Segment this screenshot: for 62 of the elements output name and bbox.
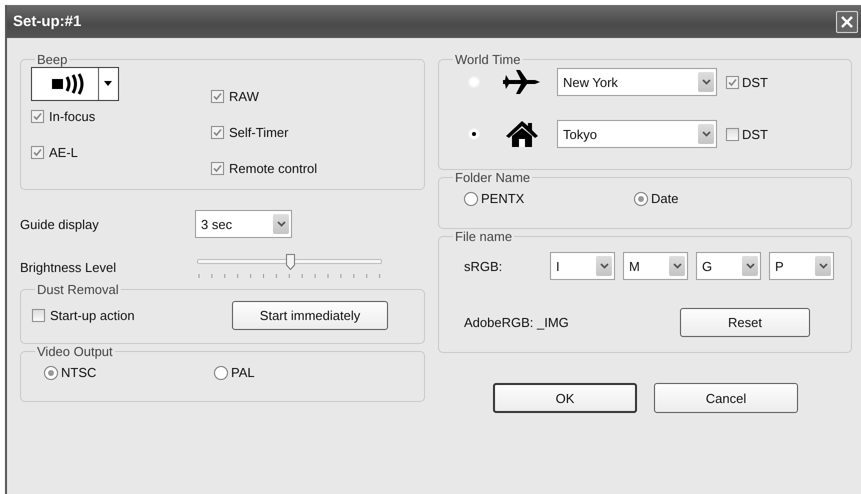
chevron-icon — [698, 72, 714, 92]
checkbox-label: DST — [742, 126, 768, 142]
checkbox[interactable] — [726, 128, 739, 140]
brightness-level-label: Brightness Level — [20, 260, 118, 274]
chevron-icon — [698, 124, 714, 144]
radio-label: PAL — [231, 365, 255, 380]
letter-dropdown[interactable]: I — [550, 252, 615, 280]
radio-label: PENTX — [481, 191, 524, 206]
caret-icon — [103, 81, 113, 87]
checkbox-label: In-focus — [49, 108, 96, 124]
checkbox[interactable] — [32, 309, 45, 322]
city-dropdown[interactable]: New York — [557, 68, 717, 96]
radio-button[interactable] — [214, 366, 228, 380]
adobergb-label: AdobeRGB: _IMG — [463, 315, 570, 330]
radio-button[interactable] — [464, 192, 478, 206]
slider-thumb[interactable] — [286, 254, 294, 270]
checkbox[interactable] — [211, 90, 224, 102]
letter-dropdown[interactable]: G — [696, 252, 761, 280]
chevron-icon — [815, 256, 831, 276]
city-dropdown[interactable]: Tokyo — [557, 120, 717, 148]
checkbox-label: DST — [742, 74, 768, 90]
chevron-icon — [669, 256, 685, 276]
group-title: Video Output — [36, 344, 114, 359]
beep-sound-dropdown[interactable] — [31, 67, 119, 101]
checkbox[interactable] — [726, 76, 739, 88]
close-button[interactable] — [836, 10, 858, 32]
radio-button[interactable] — [468, 128, 480, 140]
group-title: Folder Name — [454, 170, 532, 185]
group-title: File name — [454, 229, 514, 244]
brightness-slider[interactable] — [197, 254, 382, 280]
srgb-label: sRGB: — [463, 258, 504, 274]
group-title: Beep — [36, 52, 68, 67]
checkbox[interactable] — [211, 162, 224, 174]
chevron-icon — [742, 256, 758, 276]
checkbox-label: RAW — [229, 88, 259, 104]
airplane-icon — [502, 69, 542, 95]
radio-label: Date — [651, 191, 678, 206]
house-icon — [505, 120, 539, 148]
guide-display-label: Guide display — [20, 216, 100, 232]
chevron-icon — [273, 214, 289, 234]
radio-label: NTSC — [61, 365, 96, 380]
start-immediately-button[interactable]: Start immediately — [232, 301, 388, 330]
checkbox-label: Self-Timer — [229, 124, 288, 140]
checkbox[interactable] — [31, 110, 44, 122]
checkbox-label: AE-L — [49, 144, 78, 160]
ok-button[interactable]: OK — [493, 383, 637, 413]
radio-button[interactable] — [634, 192, 648, 206]
guide-display-dropdown[interactable]: 3 sec — [195, 210, 292, 238]
group-title: World Time — [454, 52, 522, 67]
checkbox[interactable] — [31, 146, 44, 158]
window-title: Set-up:#1 — [13, 13, 82, 30]
chevron-icon — [596, 256, 612, 276]
letter-dropdown[interactable]: P — [769, 252, 834, 280]
cancel-button[interactable]: Cancel — [654, 383, 798, 413]
checkbox-label: Remote control — [229, 160, 318, 176]
letter-dropdown[interactable]: M — [623, 252, 688, 280]
close-icon — [840, 14, 854, 28]
checkbox-label: Start-up action — [50, 308, 135, 323]
reset-button[interactable]: Reset — [680, 308, 810, 337]
group-title: Dust Removal — [36, 282, 120, 297]
radio-button[interactable] — [44, 366, 58, 380]
checkbox[interactable] — [211, 126, 224, 138]
